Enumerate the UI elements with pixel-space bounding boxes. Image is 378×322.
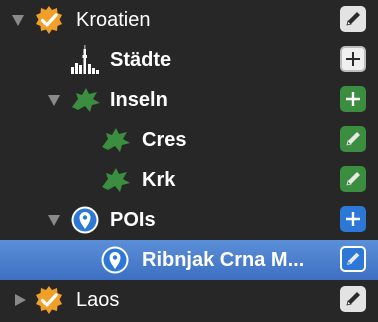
tree-item-krk[interactable]: Krk <box>0 160 378 200</box>
add-icon <box>346 92 360 106</box>
edit-icon <box>346 132 360 146</box>
tree-item-label: Städte <box>110 49 172 71</box>
tree-item-pois[interactable]: POIs <box>0 200 378 240</box>
add-button[interactable] <box>340 46 366 72</box>
edit-icon <box>346 172 360 186</box>
tree-item-label: Krk <box>142 169 176 191</box>
edit-icon <box>346 292 360 306</box>
tree-item-kroatien[interactable]: Kroatien <box>0 0 378 40</box>
tree-item-label: Ribnjak Crna M... <box>142 249 305 271</box>
tree-item-laos[interactable]: Laos <box>0 280 378 320</box>
disclosure-expanded-icon[interactable] <box>12 14 24 26</box>
checkmark-badge-icon <box>34 5 64 35</box>
edit-icon <box>347 252 360 265</box>
tree-item-staedte[interactable]: Städte <box>0 40 378 80</box>
edit-icon <box>346 12 360 26</box>
tree-item-inseln[interactable]: Inseln <box>0 80 378 120</box>
disclosure-collapsed-icon[interactable] <box>14 294 26 306</box>
tree-item-label: POIs <box>110 209 156 231</box>
edit-button[interactable] <box>340 246 366 272</box>
checkmark-badge-icon <box>34 285 64 315</box>
city-skyline-icon <box>70 45 100 75</box>
disclosure-expanded-icon[interactable] <box>48 214 60 226</box>
edit-button[interactable] <box>340 166 366 192</box>
add-icon <box>346 52 360 66</box>
island-icon <box>100 165 130 195</box>
tree-item-label: Inseln <box>110 89 168 111</box>
tree-item-ribnjak-crna-m[interactable]: Ribnjak Crna M... <box>0 240 378 280</box>
location-pin-icon <box>70 205 100 235</box>
add-button[interactable] <box>340 206 366 232</box>
add-icon <box>346 212 360 226</box>
tree-item-label: Kroatien <box>76 9 151 31</box>
edit-button[interactable] <box>340 286 366 312</box>
tree-item-label: Laos <box>76 289 120 311</box>
tree-item-cres[interactable]: Cres <box>0 120 378 160</box>
edit-button[interactable] <box>340 126 366 152</box>
tree-item-label: Cres <box>142 129 187 151</box>
disclosure-expanded-icon[interactable] <box>48 94 60 106</box>
edit-button[interactable] <box>340 6 366 32</box>
island-icon <box>100 125 130 155</box>
island-icon <box>70 85 100 115</box>
add-button[interactable] <box>340 86 366 112</box>
location-pin-icon <box>100 245 130 275</box>
